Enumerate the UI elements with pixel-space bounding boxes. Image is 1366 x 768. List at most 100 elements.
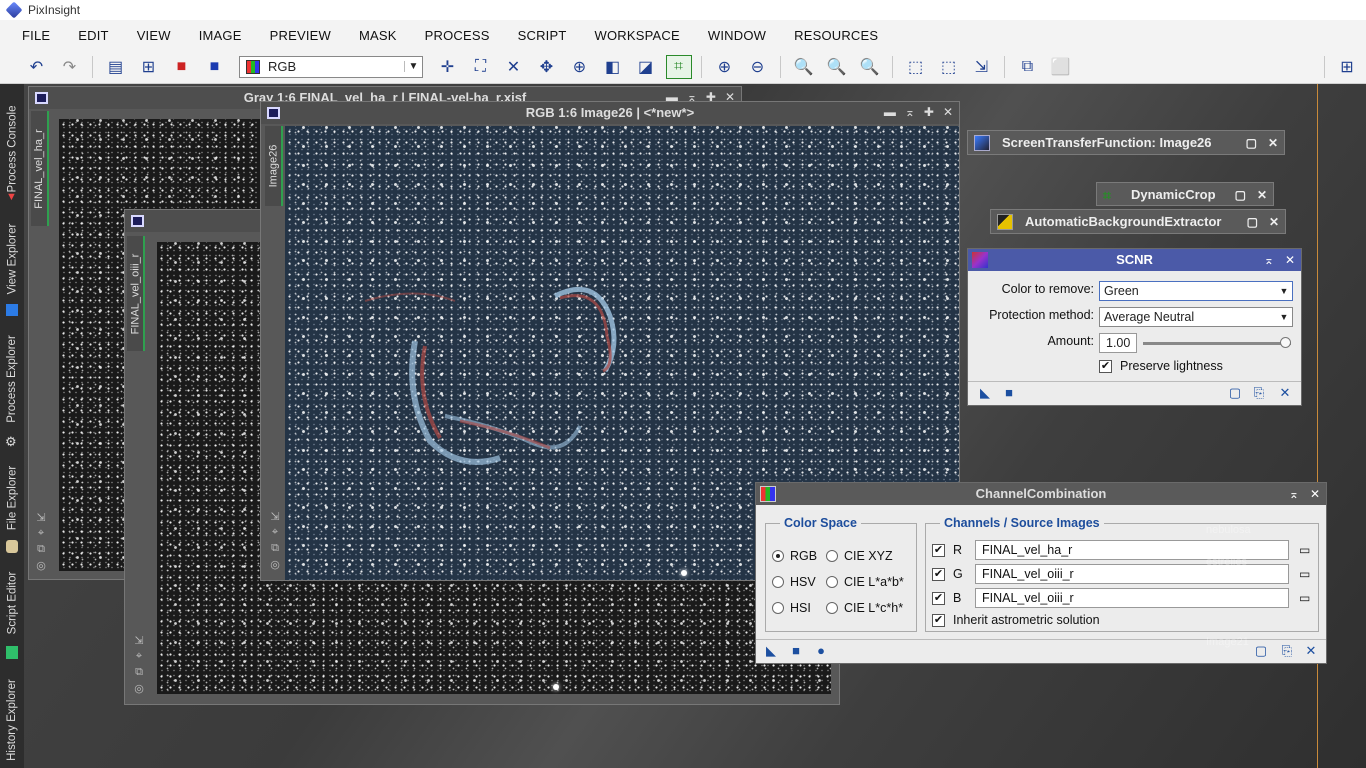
reset-icon[interactable]: ✕ <box>1278 386 1292 400</box>
tool-abe-iconized[interactable]: AutomaticBackgroundExtractor ▢ ✕ <box>990 209 1286 234</box>
preserve-lightness-row[interactable]: ✔ Preserve lightness <box>1099 359 1223 373</box>
channel-display-icon[interactable]: ■ <box>202 55 228 79</box>
menu-workspace[interactable]: WORKSPACE <box>581 28 694 43</box>
select-view-icon[interactable]: ▭ <box>1299 543 1310 557</box>
clone-icon[interactable]: ⧉ <box>37 543 45 556</box>
close-icon[interactable]: ✕ <box>943 105 953 119</box>
radio-button[interactable] <box>772 576 784 588</box>
center-icon[interactable]: ⊕ <box>567 55 593 79</box>
radio-hsi[interactable]: HSI <box>772 601 811 615</box>
zoom-actual-icon[interactable]: 🔍 <box>857 55 883 79</box>
cascade-windows-icon[interactable]: ⬜ <box>1048 55 1074 79</box>
resize-icon[interactable]: ⇲ <box>36 511 45 524</box>
amount-slider[interactable] <box>1143 337 1291 348</box>
radio-button[interactable] <box>772 602 784 614</box>
minimize-icon[interactable]: ▬ <box>884 105 896 119</box>
fit-window-icon[interactable]: ⬚ <box>903 55 929 79</box>
view-id-tab[interactable]: Image26 <box>265 126 283 206</box>
close-icon[interactable]: ✕ <box>1268 131 1278 155</box>
menu-mask[interactable]: MASK <box>345 28 411 43</box>
tab-history-explorer[interactable]: History Explorer <box>2 672 22 768</box>
channel-b-checkbox[interactable]: ✔ <box>932 591 945 605</box>
radio-cie-xyz[interactable]: CIE XYZ <box>826 549 893 563</box>
shade-icon[interactable]: ⌅ <box>1289 483 1299 505</box>
zoom-in-icon[interactable]: ⊕ <box>712 55 738 79</box>
reset-icon[interactable]: ✕ <box>1304 644 1318 658</box>
menu-edit[interactable]: EDIT <box>64 28 122 43</box>
menu-file[interactable]: FILE <box>8 28 64 43</box>
resize-icon[interactable]: ⇲ <box>134 634 143 647</box>
view-id-tab[interactable]: FINAL_vel_ha_r <box>31 111 49 226</box>
window-titlebar[interactable]: RGB 1:6 Image26 | <*new*> <box>261 102 959 124</box>
radio-button[interactable] <box>826 550 838 562</box>
clone-icon[interactable]: ⧉ <box>135 666 143 679</box>
preserve-lightness-checkbox[interactable]: ✔ <box>1099 359 1112 373</box>
radio-cie-lab[interactable]: CIE L*a*b* <box>826 575 904 589</box>
target-icon[interactable]: ◎ <box>134 682 144 695</box>
select-view-icon[interactable]: ▭ <box>1299 567 1310 581</box>
ghost-icon-estreles2[interactable]: estreles2 <box>1180 592 1280 612</box>
channel-r-checkbox[interactable]: ✔ <box>932 543 945 557</box>
new-instance-icon[interactable]: ◣ <box>978 386 992 400</box>
inherit-astrometry-row[interactable]: ✔ Inherit astrometric solution <box>932 613 1100 627</box>
restore-icon[interactable]: ▢ <box>1247 210 1258 234</box>
scnr-dialog[interactable]: SCNR ⌅ ✕ Color to remove: Green ▼ Protec… <box>967 248 1302 406</box>
amount-slider-knob[interactable] <box>1280 337 1291 348</box>
readout-icon[interactable]: ✕ <box>501 55 527 79</box>
radio-rgb[interactable]: RGB <box>772 549 817 563</box>
new-instance-icon[interactable]: ◣ <box>764 644 778 658</box>
apply-global-icon[interactable]: ● <box>814 644 828 658</box>
select-view-icon[interactable]: ▭ <box>1299 591 1310 605</box>
redo-icon[interactable]: ↷ <box>57 55 83 79</box>
dialog-titlebar[interactable]: SCNR <box>968 249 1301 271</box>
zoom-out-icon[interactable]: ⊖ <box>745 55 771 79</box>
clone-icon[interactable]: ⧉ <box>271 542 279 555</box>
documentation-icon[interactable]: ⎘ <box>1252 386 1266 400</box>
ghost-icon-image21[interactable]: Image21 <box>1180 632 1280 652</box>
view-id-tab[interactable]: FINAL_vel_oiii_r <box>127 236 145 351</box>
protection-method-select[interactable]: Average Neutral ▼ <box>1099 307 1293 327</box>
preview-icon[interactable]: ▢ <box>1228 386 1242 400</box>
ghost-icon-nebulosa[interactable]: nebulosa <box>1180 520 1280 540</box>
resize-icon[interactable]: ⇲ <box>270 510 279 523</box>
apply-icon[interactable]: ■ <box>1002 386 1016 400</box>
crosshair-icon[interactable]: ⌖ <box>38 527 44 540</box>
dynamic-crop-icon[interactable]: ⌗ <box>665 54 692 79</box>
menu-image[interactable]: IMAGE <box>185 28 256 43</box>
zoom-1-1-icon[interactable]: 🔍 <box>824 55 850 79</box>
target-icon[interactable]: ◎ <box>36 559 46 572</box>
menu-process[interactable]: PROCESS <box>411 28 504 43</box>
menu-window[interactable]: WINDOW <box>694 28 780 43</box>
close-icon[interactable]: ✕ <box>1310 483 1320 505</box>
new-preview-icon[interactable]: ▤ <box>103 55 129 79</box>
restore-icon[interactable]: ▢ <box>1246 131 1257 155</box>
menu-view[interactable]: VIEW <box>123 28 185 43</box>
shade-icon[interactable]: ⌅ <box>1264 249 1274 271</box>
apply-icon[interactable]: ■ <box>789 644 803 658</box>
close-icon[interactable]: ✕ <box>1269 210 1279 234</box>
tab-file-explorer[interactable]: File Explorer <box>2 458 22 538</box>
mask-icon[interactable]: ◧ <box>600 55 626 79</box>
tool-stf-iconized[interactable]: ScreenTransferFunction: Image26 ▢ ✕ <box>967 130 1285 155</box>
menu-script[interactable]: SCRIPT <box>504 28 581 43</box>
tab-view-explorer[interactable]: View Explorer <box>2 214 22 304</box>
stf-icon[interactable]: ◪ <box>633 55 659 79</box>
maximize-icon[interactable]: ✚ <box>924 105 934 119</box>
close-icon[interactable]: ✕ <box>1285 249 1295 271</box>
close-icon[interactable]: ✕ <box>1257 183 1267 207</box>
new-workspace-icon[interactable]: ⊞ <box>1334 55 1360 79</box>
tile-windows-icon[interactable]: ⧉ <box>1015 55 1041 79</box>
new-image-icon[interactable]: ⊞ <box>136 55 162 79</box>
radio-button[interactable] <box>826 576 838 588</box>
rgb-channels-icon[interactable]: ■ <box>169 55 195 79</box>
channel-g-checkbox[interactable]: ✔ <box>932 567 945 581</box>
undo-icon[interactable]: ↶ <box>24 55 50 79</box>
menu-preview[interactable]: PREVIEW <box>256 28 345 43</box>
restore-window-icon[interactable]: ⇲ <box>969 55 995 79</box>
shade-icon[interactable]: ⌅ <box>905 105 915 119</box>
radio-button[interactable] <box>772 550 784 562</box>
pan-icon[interactable]: ✛ <box>435 55 461 79</box>
crosshair-icon[interactable]: ⌖ <box>272 526 278 539</box>
menu-resources[interactable]: RESOURCES <box>780 28 892 43</box>
radio-button[interactable] <box>826 602 838 614</box>
